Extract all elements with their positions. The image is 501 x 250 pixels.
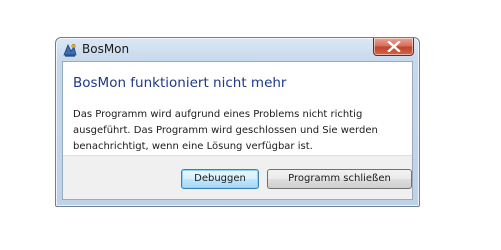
message-panel: BosMon funktioniert nicht mehr Das Progr… — [63, 62, 412, 157]
message-line: ausgeführt. Das Programm wird geschlosse… — [73, 125, 378, 136]
button-bar: Debuggen Programm schließen — [63, 155, 412, 199]
message-line: Das Programm wird aufgrund eines Problem… — [73, 109, 363, 120]
window-title: BosMon — [82, 42, 130, 56]
title-bar[interactable]: BosMon — [56, 38, 419, 61]
close-icon — [387, 41, 401, 52]
error-dialog: BosMon BosMon funktioniert nicht mehr Da… — [55, 37, 420, 207]
close-program-button[interactable]: Programm schließen — [267, 169, 412, 189]
dialog-message: Das Programm wird aufgrund eines Problem… — [73, 107, 408, 155]
debug-button[interactable]: Debuggen — [181, 169, 259, 189]
bosmon-app-icon — [62, 42, 78, 58]
dialog-heading: BosMon funktioniert nicht mehr — [73, 75, 287, 91]
window-close-button[interactable] — [373, 38, 414, 56]
dialog-client-area: BosMon funktioniert nicht mehr Das Progr… — [62, 61, 413, 200]
message-line: benachrichtigt, wenn eine Lösung verfügb… — [73, 141, 313, 152]
